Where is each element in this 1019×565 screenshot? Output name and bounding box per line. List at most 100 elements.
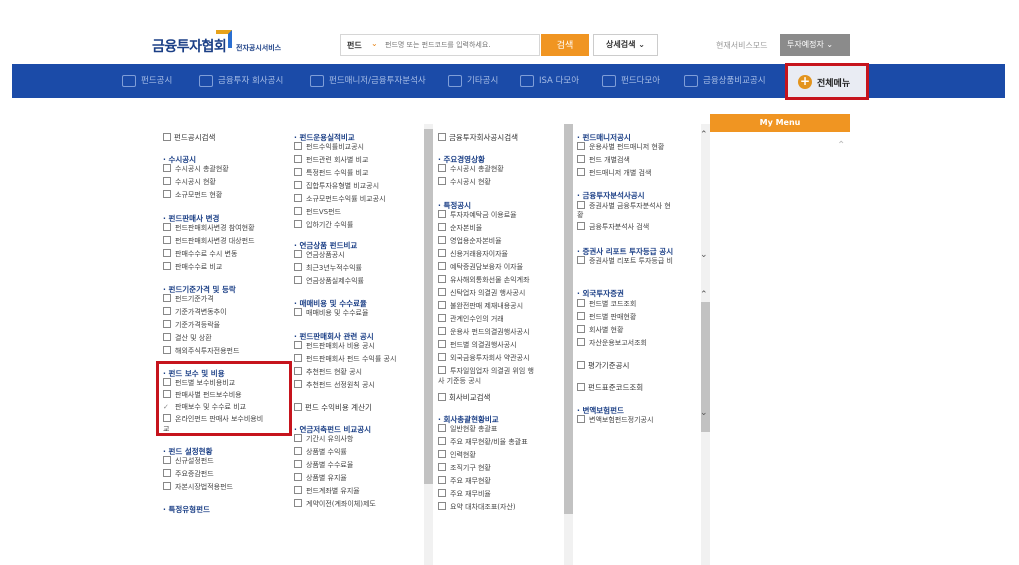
list-item[interactable]: 결산 및 상환 (163, 333, 212, 344)
list-item[interactable]: 펀드판매회사 비용 공시 (294, 341, 375, 352)
standard-code-item[interactable]: 펀드표준코드조회 (577, 382, 643, 393)
chevron-down-icon[interactable]: ⌄ (371, 39, 378, 48)
checkbox[interactable] (577, 201, 585, 209)
list-item[interactable]: 해외주식투자전용펀드 (163, 346, 239, 357)
checkbox[interactable] (438, 314, 446, 322)
list-item[interactable]: 주요 재무현황 (438, 476, 491, 487)
scrollbar-col4[interactable] (701, 124, 710, 565)
list-item[interactable]: 운용사 펀드의결권행사공시 (438, 327, 530, 338)
checkbox[interactable] (163, 294, 171, 302)
checkbox[interactable] (294, 367, 302, 375)
scrollbar-thumb[interactable] (564, 124, 573, 514)
chevron-down-icon[interactable]: ⌄ (700, 408, 708, 418)
checkbox[interactable] (163, 133, 171, 141)
nav-item-isa[interactable]: ISA 다모아 (520, 64, 579, 98)
checkbox[interactable] (163, 236, 171, 244)
nav-item-funddamoa[interactable]: 펀드다모아 (602, 64, 660, 98)
list-item[interactable]: 소규모펀드수익률 비교공시 (294, 194, 386, 205)
checkbox[interactable] (438, 450, 446, 458)
list-item[interactable]: 추천펀드 현황 공시 (294, 367, 362, 378)
list-item[interactable]: 주요 재무현황/비율 총괄표 (438, 437, 528, 448)
chevron-up-icon[interactable]: ⌃ (700, 130, 708, 140)
checkbox[interactable] (438, 164, 446, 172)
checkbox[interactable] (577, 155, 585, 163)
checkbox[interactable] (294, 142, 302, 150)
scrollbar-thumb[interactable] (424, 129, 433, 484)
checkbox[interactable] (294, 168, 302, 176)
checkbox[interactable] (294, 447, 302, 455)
checkbox[interactable] (577, 142, 585, 150)
list-item[interactable]: 최근3년누적수익률 (294, 263, 362, 274)
checkbox[interactable] (438, 437, 446, 445)
checkbox[interactable] (294, 354, 302, 362)
checkbox[interactable] (438, 489, 446, 497)
list-item[interactable]: 변액보험펀드정기공시 (577, 415, 653, 426)
checkbox[interactable] (163, 177, 171, 185)
list-item[interactable]: 입하기간 수익률 (294, 220, 353, 231)
checkbox[interactable] (163, 249, 171, 257)
my-menu-header[interactable]: My Menu (710, 114, 850, 132)
checkbox[interactable] (577, 312, 585, 320)
checkbox[interactable] (577, 415, 585, 423)
checkbox[interactable] (294, 263, 302, 271)
list-item[interactable]: 연금상품공시 (294, 250, 345, 261)
checkbox[interactable] (577, 383, 585, 391)
nav-item-company[interactable]: 금융투자 회사공시 (199, 64, 283, 98)
list-item[interactable]: 계약이전(계좌이체)제도 (294, 499, 376, 510)
list-item[interactable]: 소규모펀드 현황 (163, 190, 222, 201)
list-item[interactable]: 펀드수익률비교공시 (294, 142, 364, 153)
checkbox[interactable] (438, 262, 446, 270)
checkbox[interactable] (438, 340, 446, 348)
list-item[interactable]: 수시공시 총괄현황 (163, 164, 229, 175)
checkbox[interactable] (163, 346, 171, 354)
list-item[interactable]: 순자본비율 (438, 223, 482, 234)
checkbox[interactable] (577, 299, 585, 307)
chevron-up-icon[interactable]: ⌃ (700, 290, 708, 300)
list-item[interactable]: 판매수수료 비교 (163, 262, 222, 273)
list-item[interactable]: 일반현황 총괄표 (438, 424, 497, 435)
list-item[interactable]: 펀드판매회사변경 대상펀드 (163, 236, 255, 247)
list-item[interactable]: 인력현황 (438, 450, 476, 461)
checkbox[interactable] (294, 250, 302, 258)
list-item[interactable]: 불완전판매 제재내용공시 (438, 301, 523, 312)
list-item[interactable]: 집합투자유형별 비교공시 (294, 181, 379, 192)
list-item[interactable]: 수시공시 현황 (163, 177, 216, 188)
checkbox[interactable] (294, 181, 302, 189)
list-item[interactable]: 조직기구 현황 (438, 463, 491, 474)
checkbox[interactable] (577, 256, 585, 264)
list-item[interactable]: 기준가격변동추이 (163, 307, 227, 318)
checkbox[interactable] (438, 502, 446, 510)
list-item[interactable]: 유사해외통화선물 손익계좌 (438, 275, 530, 286)
checkbox[interactable] (294, 308, 302, 316)
checkbox[interactable] (438, 210, 446, 218)
checkbox[interactable] (438, 424, 446, 432)
chevron-up-icon[interactable]: ⌃ (837, 140, 845, 151)
checkbox[interactable] (163, 307, 171, 315)
list-item[interactable]: 기간시 유의사항 (294, 434, 353, 445)
list-item[interactable]: 증권사별 금융투자분석사 현 (577, 201, 671, 212)
checkbox[interactable] (163, 320, 171, 328)
checkbox[interactable] (163, 190, 171, 198)
list-item[interactable]: 신규설정펀드 (163, 456, 214, 467)
list-item[interactable]: 펀드별 의결권행사공시 (438, 340, 517, 351)
checkbox[interactable] (577, 222, 585, 230)
nav-item-manager[interactable]: 펀드매니저/금융투자분석사 (310, 64, 426, 98)
valuation-item[interactable]: 평가기준공시 (577, 360, 629, 371)
list-item[interactable]: 펀드 개별검색 (577, 155, 630, 166)
list-item[interactable]: 매매비용 및 수수료율 (294, 308, 368, 319)
fund-search-item[interactable]: 펀드공시검색 (163, 132, 215, 143)
list-item[interactable]: 펀드판매회사변경 참여현황 (163, 223, 255, 234)
list-item[interactable]: 예탁증권담보융자 이자율 (438, 262, 523, 273)
company-compare-item[interactable]: 회사비교검색 (438, 392, 490, 403)
company-search-item[interactable]: 금융투자회사공시검색 (438, 132, 518, 143)
search-input[interactable] (385, 37, 535, 53)
checkbox[interactable] (294, 380, 302, 388)
list-item[interactable]: 요약 대차대조표(자산) (438, 502, 516, 513)
list-item[interactable]: 상품별 수수료율 (294, 460, 353, 471)
checkbox[interactable] (294, 403, 302, 411)
list-item[interactable]: 신용거래융자이자율 (438, 249, 508, 260)
checkbox[interactable] (438, 249, 446, 257)
scrollbar-col2[interactable] (424, 124, 433, 565)
checkbox[interactable] (438, 353, 446, 361)
checkbox[interactable] (294, 460, 302, 468)
